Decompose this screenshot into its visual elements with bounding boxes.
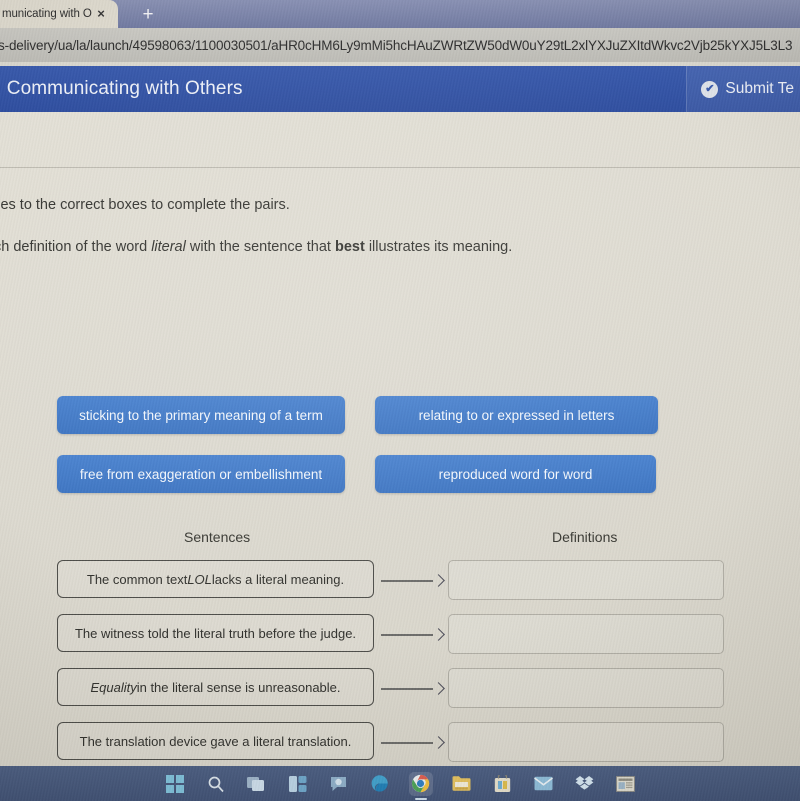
instruction-line-1: iles to the correct boxes to complete th… <box>0 197 290 213</box>
submit-test-label: Submit Te <box>725 80 794 97</box>
sentence-text-before: The witness told the literal truth befor… <box>74 625 357 641</box>
arrow-shaft <box>381 688 433 690</box>
tab-title: municating with O <box>2 8 92 20</box>
taskbar-icon-group <box>0 766 800 801</box>
match-row: The common text LOL lacks a literal mean… <box>0 560 800 608</box>
sentence-text-before: The translation device gave a literal tr… <box>79 733 352 749</box>
arrow-shaft <box>381 742 433 744</box>
windows-taskbar <box>0 766 800 801</box>
draggable-tile[interactable]: free from exaggeration or embellishment <box>57 455 345 493</box>
match-row: Equality in the literal sense is unreaso… <box>0 668 800 716</box>
match-row: The witness told the literal truth befor… <box>0 614 800 662</box>
submit-test-button[interactable]: ✔ Submit Te <box>686 66 800 112</box>
arrow-right-icon <box>381 736 445 749</box>
arrow-head <box>432 628 445 641</box>
page-title: : Communicating with Others <box>0 78 243 99</box>
browser-address-bar[interactable]: s-delivery/ua/la/launch/49598063/1100030… <box>0 28 800 62</box>
divider <box>0 167 800 168</box>
sentence-box: The witness told the literal truth befor… <box>57 614 374 652</box>
sentences-column-heading: Sentences <box>184 529 251 545</box>
instruction-line-2: ch definition of the word literal with t… <box>0 239 512 255</box>
sentence-text-before: The common text <box>86 571 188 587</box>
arrow-head <box>432 682 445 695</box>
instruction-bold-word: best <box>334 239 365 255</box>
url-text: s-delivery/ua/la/launch/49598063/1100030… <box>0 37 793 53</box>
instruction-text-before: ch definition of the word <box>0 239 152 255</box>
draggable-tile[interactable]: relating to or expressed in letters <box>375 396 658 434</box>
definition-drop-target[interactable] <box>448 668 724 708</box>
dropbox-icon[interactable] <box>573 772 597 796</box>
arrow-shaft <box>381 634 433 636</box>
sentence-text-after: lacks a literal meaning. <box>211 571 345 587</box>
news-app-icon[interactable] <box>614 772 638 796</box>
arrow-right-icon <box>381 682 445 695</box>
match-row: The translation device gave a literal tr… <box>0 722 800 766</box>
draggable-tile[interactable]: sticking to the primary meaning of a ter… <box>57 396 345 434</box>
app-header: : Communicating with Others ✔ Submit Te <box>0 66 800 112</box>
mail-icon[interactable] <box>532 772 556 796</box>
arrow-shaft <box>381 580 433 582</box>
question-page: iles to the correct boxes to complete th… <box>0 112 800 766</box>
chat-icon[interactable] <box>327 772 351 796</box>
chrome-browser-icon[interactable] <box>408 771 433 796</box>
browser-tab-active[interactable]: municating with O × <box>0 0 118 28</box>
microsoft-store-icon[interactable] <box>491 772 515 796</box>
sentence-box: Equality in the literal sense is unreaso… <box>57 668 374 706</box>
widgets-icon[interactable] <box>286 772 310 796</box>
sentence-italic-word: LOL <box>187 571 212 587</box>
definition-drop-target[interactable] <box>448 722 724 762</box>
instruction-text-middle: with the sentence that <box>185 239 335 255</box>
arrow-right-icon <box>381 628 445 641</box>
sentence-text-after: in the literal sense is unreasonable. <box>136 679 341 695</box>
definition-drop-target[interactable] <box>448 560 724 600</box>
new-tab-icon[interactable]: + <box>137 5 159 25</box>
instruction-text-after: illustrates its meaning. <box>364 239 513 255</box>
windows-start-icon[interactable] <box>163 772 187 796</box>
task-view-icon[interactable] <box>245 772 269 796</box>
definition-drop-target[interactable] <box>448 614 724 654</box>
check-circle-icon: ✔ <box>701 80 719 98</box>
sentence-italic-word: Equality <box>90 679 137 695</box>
instruction-italic-word: literal <box>151 239 186 255</box>
browser-tabstrip: municating with O × + <box>0 0 800 28</box>
search-icon[interactable] <box>204 772 228 796</box>
edge-browser-icon[interactable] <box>368 772 392 796</box>
arrow-head <box>432 574 445 587</box>
definitions-column-heading: Definitions <box>552 529 618 545</box>
close-icon[interactable]: × <box>94 7 108 21</box>
arrow-head <box>432 736 445 749</box>
browser-chrome: municating with O × + s-delivery/ua/la/l… <box>0 0 800 62</box>
arrow-right-icon <box>381 574 445 587</box>
draggable-tile[interactable]: reproduced word for word <box>375 455 656 493</box>
sentence-box: The common text LOL lacks a literal mean… <box>57 560 374 598</box>
file-explorer-icon[interactable] <box>450 772 474 796</box>
sentence-box: The translation device gave a literal tr… <box>57 722 374 760</box>
